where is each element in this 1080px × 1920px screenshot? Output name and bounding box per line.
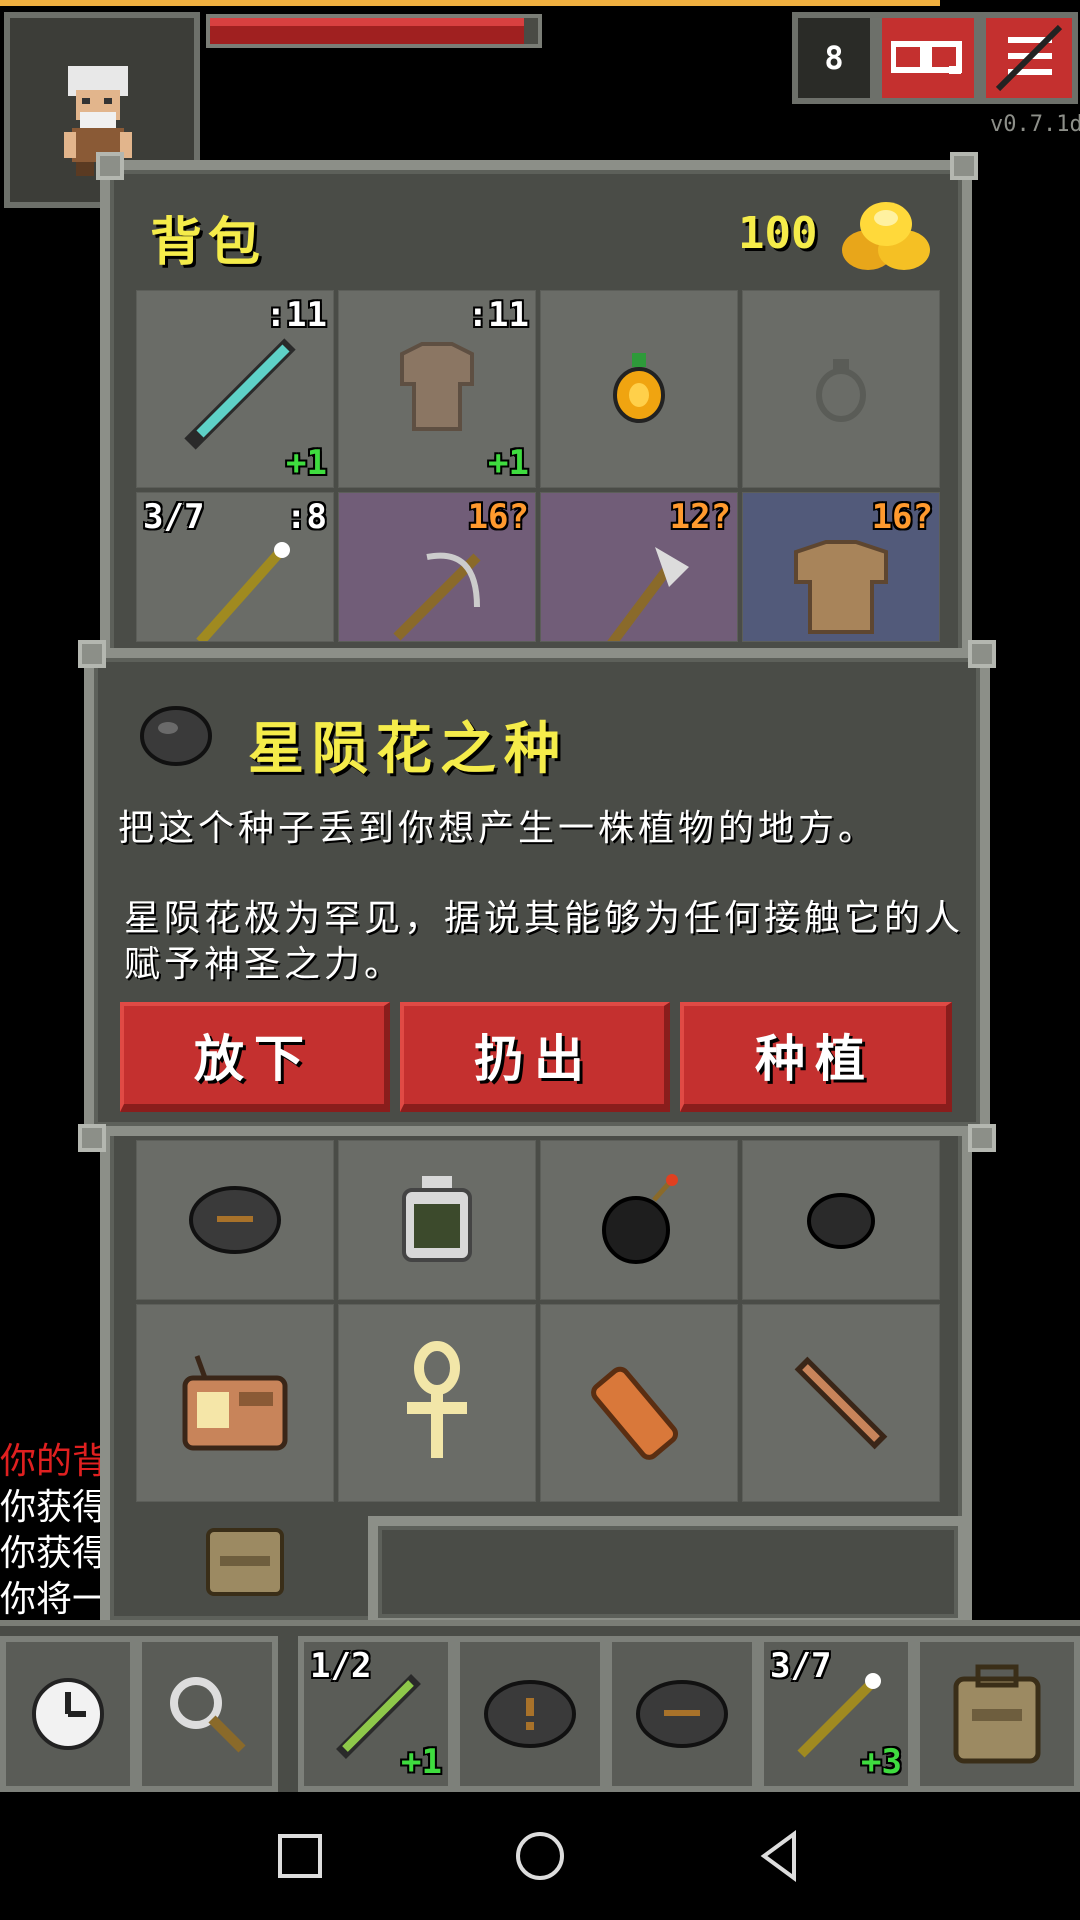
- inventory-slot[interactable]: [338, 1304, 536, 1502]
- quickslot-4[interactable]: 3/7 +3: [758, 1636, 914, 1792]
- slot-level: :11: [265, 295, 327, 335]
- ankh-icon: [407, 1341, 467, 1458]
- slot-upgrade: +1: [401, 1742, 442, 1782]
- inventory-slot[interactable]: [540, 1140, 738, 1300]
- inventory-slot-artifact[interactable]: [540, 290, 738, 488]
- version-label: v0.7.1d: [990, 112, 1080, 137]
- seed-icon: [636, 1680, 728, 1748]
- backpack-title: 背包: [150, 213, 267, 273]
- back-triangle-icon: [760, 1830, 796, 1882]
- journal-button[interactable]: [876, 12, 980, 104]
- slot-requirement: 12?: [669, 497, 731, 537]
- log-line: 你获得: [0, 1487, 100, 1528]
- back-button[interactable]: [750, 1826, 810, 1886]
- wand-charges: 1/2: [310, 1646, 372, 1686]
- seed-icon: [138, 700, 214, 770]
- gold-amount: 100: [738, 208, 818, 259]
- slot-upgrade: +3: [861, 1742, 902, 1782]
- inventory-button[interactable]: [914, 1636, 1080, 1792]
- menu-icon: [995, 24, 1063, 92]
- sword-icon: [184, 338, 296, 450]
- backpack-icon[interactable]: [200, 1520, 290, 1600]
- quickslot-1[interactable]: 1/2 +1: [298, 1636, 454, 1792]
- frame-corner: [78, 640, 106, 668]
- wait-button[interactable]: [0, 1636, 136, 1792]
- backpack-icon: [953, 1664, 1041, 1764]
- inventory-slot[interactable]: [540, 1304, 738, 1502]
- dagger-icon: [794, 1356, 888, 1450]
- potion-icon: [402, 1176, 472, 1262]
- home-button[interactable]: [510, 1826, 570, 1886]
- inventory-slot[interactable]: [136, 1140, 334, 1300]
- inventory-slot-axe[interactable]: 12?: [540, 492, 738, 642]
- seed-icon: [189, 1186, 281, 1254]
- journal-icon: [891, 41, 962, 74]
- square-icon: [278, 1834, 322, 1878]
- quickslot-2[interactable]: [454, 1636, 606, 1792]
- wand-charges: 3/7: [770, 1646, 832, 1686]
- bomb-icon: [602, 1174, 678, 1264]
- armor-icon: [794, 540, 888, 634]
- item-lore: 星陨花极为罕见，据说其能够为任何接触它的人赋予神圣之力。: [124, 898, 965, 985]
- depth-value: 8: [824, 39, 844, 77]
- slot-upgrade: +1: [488, 443, 529, 483]
- inventory-slot-ring[interactable]: [742, 290, 940, 488]
- gold-icon: [838, 190, 934, 278]
- circle-icon: [516, 1832, 564, 1880]
- inventory-slot[interactable]: [136, 1304, 334, 1502]
- inventory-slot[interactable]: [742, 1304, 940, 1502]
- item-description: 把这个种子丢到你想产生一株植物的地方。: [118, 808, 879, 849]
- frame-corner: [950, 152, 978, 180]
- frame-corner: [968, 1124, 996, 1152]
- sub-bag-tabs: [368, 1516, 968, 1628]
- inventory-slot-weapon[interactable]: :11 +1: [136, 290, 334, 488]
- search-button[interactable]: [136, 1636, 278, 1792]
- seed-icon: [484, 1680, 576, 1748]
- log-line: 你将一: [0, 1579, 100, 1620]
- slot-requirement: 16?: [467, 497, 529, 537]
- wand-charges: 3/7: [143, 497, 205, 537]
- inventory-slot-wand[interactable]: 3/7 :8: [136, 492, 334, 642]
- magnifier-icon: [170, 1677, 246, 1753]
- inventory-slot-armor-2[interactable]: 16?: [742, 492, 940, 642]
- slot-level: :11: [467, 295, 529, 335]
- inventory-slot-armor[interactable]: :11 +1: [338, 290, 536, 488]
- log-line: 你的背: [0, 1441, 100, 1482]
- drop-button[interactable]: 放下: [120, 1002, 390, 1112]
- scroll-icon: [591, 1366, 679, 1460]
- slot-level: :8: [286, 497, 327, 537]
- inventory-slot[interactable]: [338, 1140, 536, 1300]
- radio-icon: [182, 1355, 288, 1451]
- clock-icon: [32, 1678, 104, 1750]
- plant-button[interactable]: 种植: [680, 1002, 952, 1112]
- health-bar: [206, 14, 542, 48]
- recents-button[interactable]: [270, 1826, 330, 1886]
- slot-upgrade: +1: [286, 443, 327, 483]
- item-title: 星陨花之种: [248, 717, 568, 782]
- menu-button[interactable]: [980, 12, 1078, 104]
- depth-indicator[interactable]: 8: [792, 12, 876, 104]
- quickslot-3[interactable]: [606, 1636, 758, 1792]
- stone-icon: [807, 1193, 875, 1249]
- amulet-icon: [613, 353, 665, 423]
- frame-corner: [968, 640, 996, 668]
- frame-corner: [78, 1124, 106, 1152]
- frame-corner: [96, 152, 124, 180]
- log-line: 你获得: [0, 1533, 100, 1574]
- inventory-slot-crossbow[interactable]: 16?: [338, 492, 536, 642]
- ring-slot-icon: [816, 359, 866, 422]
- leather-armor-icon: [400, 342, 474, 431]
- top-progress-line: [0, 0, 940, 6]
- inventory-slot[interactable]: [742, 1140, 940, 1300]
- slot-requirement: 16?: [871, 497, 933, 537]
- throw-button[interactable]: 扔出: [400, 1002, 670, 1112]
